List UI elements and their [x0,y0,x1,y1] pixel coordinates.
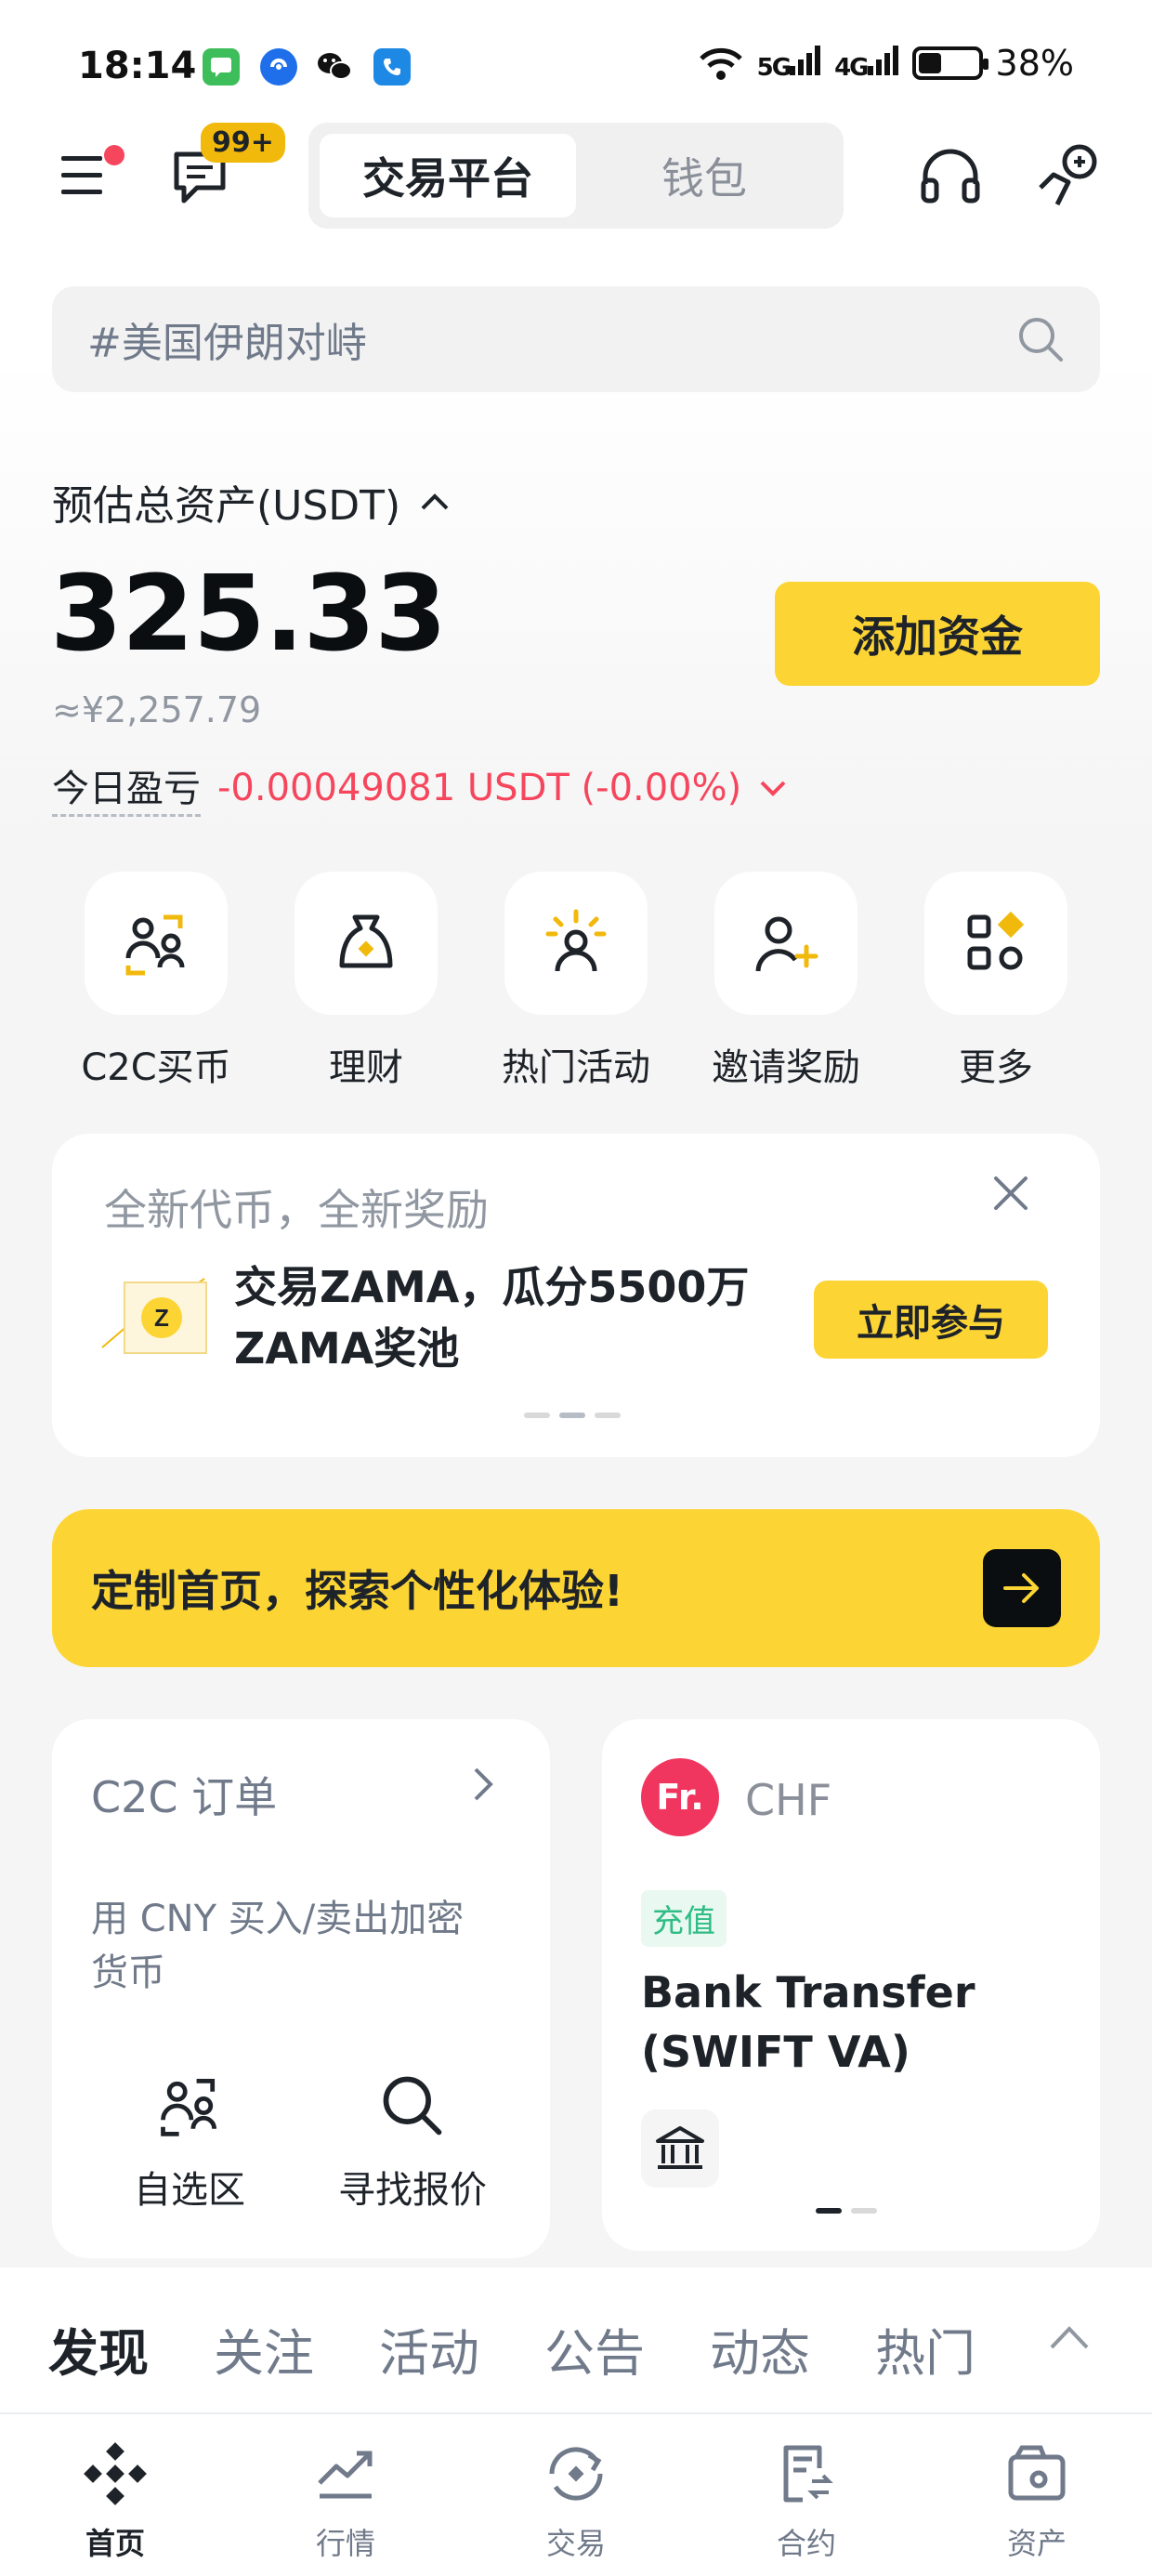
search-bar[interactable]: #美国伊朗对峙 [52,286,1100,392]
pager-dot [851,2208,877,2214]
futures-icon [783,2445,833,2503]
pager-dot [524,1413,550,1418]
quick-action-more[interactable]: 更多 [922,872,1070,1091]
nav-markets[interactable]: 行情 [271,2440,420,2563]
battery-percent: 38% [995,43,1074,84]
promo-pager [524,1413,621,1418]
promo-title: 全新代币，全新奖励 [104,1185,489,1235]
browser-icon [260,48,297,85]
tab-announcements[interactable]: 公告 [544,2312,645,2385]
tab-following[interactable]: 关注 [214,2312,314,2385]
messages-icon [203,48,240,85]
tab-hot[interactable]: 热门 [875,2312,975,2385]
c2c-users-icon [161,2079,216,2136]
today-pnl[interactable]: 今日盈亏 -0.00049081 USDT (-0.00%) [52,758,788,817]
c2c-action-selected-zone[interactable]: 自选区 [97,2070,282,2214]
support-headset-icon[interactable] [918,147,983,208]
pnl-value: -0.00049081 USDT (-0.00%) [217,766,742,809]
balance-cny-approx: ≈¥2,257.79 [52,690,262,730]
discover-tabs: 发现 关注 活动 公告 动态 热门 [0,2267,1152,2412]
tab-activities[interactable]: 活动 [379,2312,479,2385]
signal-bars-icon [790,45,821,75]
battery-level [918,53,941,73]
payment-method: Bank Transfer (SWIFT VA) [641,1967,975,2077]
nav-trade[interactable]: 交易 [502,2440,650,2563]
nav-home[interactable]: 首页 [41,2440,190,2563]
customize-text: 定制首页，探索个性化体验! [91,1566,623,1616]
binance-logo-icon [84,2442,147,2505]
platform-segment: 交易平台 钱包 [308,123,844,229]
referral-hand-icon[interactable] [1037,141,1104,212]
search-icon [1019,318,1063,361]
trade-icon [549,2447,603,2501]
sparkle-user-icon [504,872,648,1015]
search-icon [383,2076,442,2136]
pager-dot [595,1413,621,1418]
add-user-icon [714,872,857,1015]
quick-action-referral[interactable]: 邀请奖励 [712,872,860,1091]
zama-coin-icon: Z [100,1273,212,1366]
c2c-order-card[interactable]: C2C 订单 用 CNY 买入/卖出加密货币 自选区 寻找报价 [52,1719,550,2258]
menu-icon[interactable] [61,154,110,199]
signal-4g: 4G [834,45,898,82]
total-balance: 325.33 [50,554,447,675]
status-right: 5G 4G 38% [698,43,1074,84]
fiat-deposit-card[interactable]: Fr. CHF 充值 Bank Transfer (SWIFT VA) [602,1719,1100,2251]
battery-icon [911,46,988,80]
chevron-right-icon[interactable] [472,1766,496,1807]
chevron-up-icon[interactable] [1048,2323,1091,2355]
wechat-icon [316,48,353,85]
tab-updates[interactable]: 动态 [710,2312,810,2385]
grid-more-icon [924,872,1067,1015]
c2c-action-find-quote[interactable]: 寻找报价 [320,2070,505,2214]
chevron-down-icon [760,781,786,796]
c2c-users-icon [85,872,228,1015]
add-funds-button[interactable]: 添加资金 [775,582,1100,686]
currency-code: CHF [745,1775,832,1825]
signal-5g: 5G [757,45,821,82]
join-now-button[interactable]: 立即参与 [814,1281,1048,1359]
c2c-card-desc: 用 CNY 买入/卖出加密货币 [91,1898,465,1994]
search-placeholder: #美国伊朗对峙 [87,320,367,367]
bottom-nav: 首页 行情 交易 合约 资产 [0,2412,1152,2576]
tab-discover[interactable]: 发现 [48,2312,149,2385]
quick-action-earn[interactable]: 理财 [292,872,440,1091]
quick-action-events[interactable]: 热门活动 [502,872,650,1091]
c2c-card-title: C2C 订单 [91,1772,278,1822]
chf-currency-logo: Fr. [641,1758,719,1836]
notification-badge: 99+ [201,123,285,163]
estimated-assets-label[interactable]: 预估总资产(USDT) [52,472,451,532]
coin-letter: Z [154,1304,169,1332]
arrow-right-icon[interactable] [983,1549,1061,1627]
nav-assets[interactable]: 资产 [962,2440,1111,2563]
signal-bars-icon [867,45,898,75]
tab-exchange[interactable]: 交易平台 [320,134,576,217]
customize-banner[interactable]: 定制首页，探索个性化体验! [52,1509,1100,1667]
wifi-icon [699,47,742,80]
bank-icon [641,2109,719,2188]
pager-dot [559,1413,585,1418]
deposit-tag: 充值 [641,1890,727,1947]
promo-body: 交易ZAMA，瓜分5500万ZAMA奖池 [234,1262,750,1373]
pager-dot [816,2208,842,2214]
tab-wallet[interactable]: 钱包 [576,134,832,217]
menu-notification-dot [104,145,124,165]
promo-card[interactable]: 全新代币，全新奖励 Z 交易ZAMA，瓜分5500万ZAMA奖池 立即参与 [52,1134,1100,1457]
status-time: 18:14 [78,45,197,87]
market-chart-icon [318,2451,373,2499]
wallet-icon [1008,2445,1066,2501]
money-bag-icon [295,872,438,1015]
chevron-up-icon [421,493,449,510]
pnl-label: 今日盈亏 [52,758,201,817]
quick-action-c2c[interactable]: C2C买币 [81,872,231,1091]
fiat-pager [816,2208,877,2214]
close-icon[interactable] [990,1173,1031,1217]
phone-icon [373,48,411,85]
nav-futures[interactable]: 合约 [732,2440,881,2563]
